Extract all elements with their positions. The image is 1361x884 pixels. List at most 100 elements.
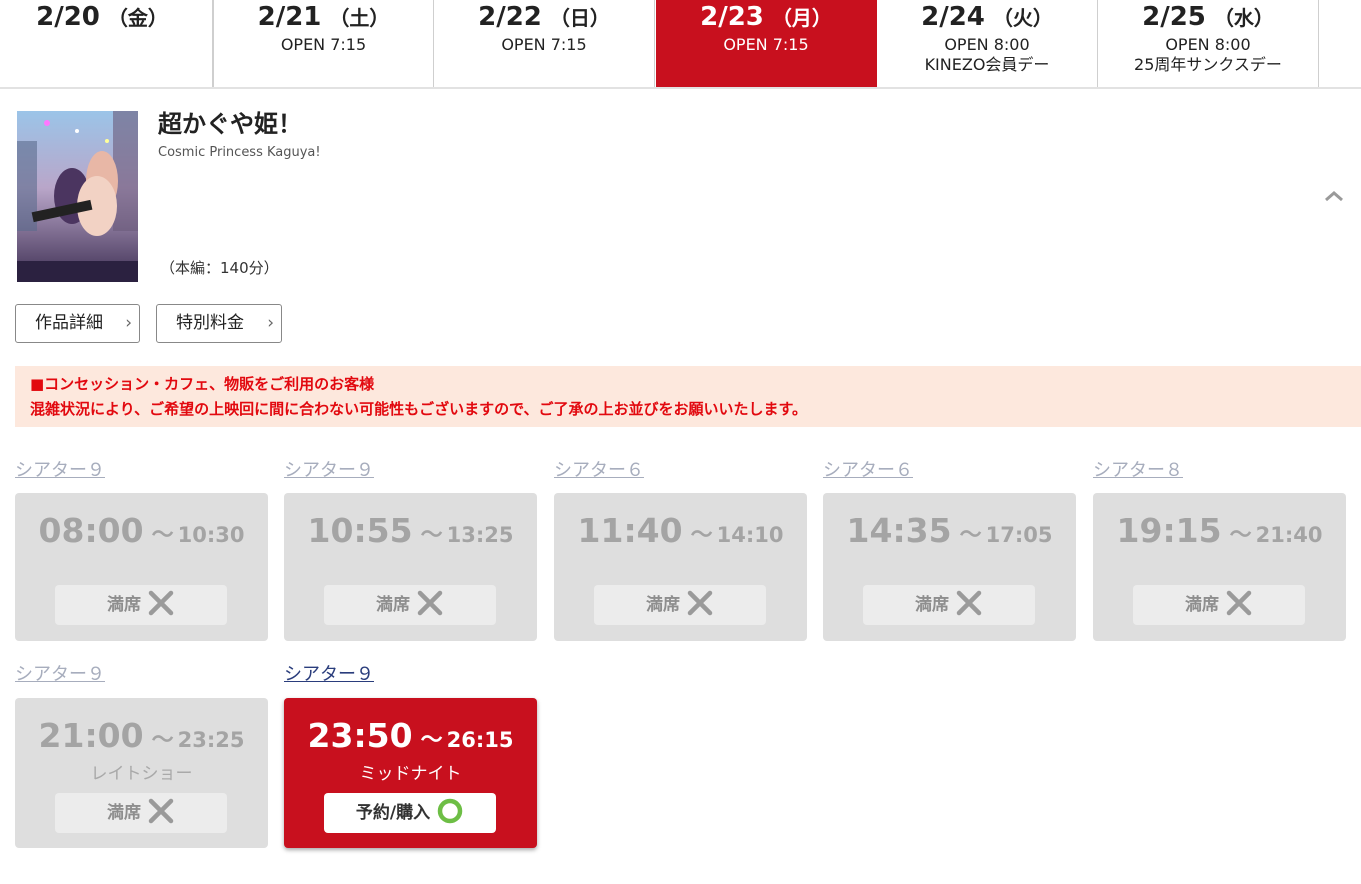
time-separator: ～ (420, 728, 443, 753)
reserve-purchase-button[interactable]: 予約/購入 (324, 793, 496, 833)
date-tab-day: 2/21 (257, 2, 322, 32)
status-label: 満席 (646, 595, 680, 615)
date-tab-open-time: OPEN 7:15 (723, 35, 809, 54)
special-price-label: 特別料金 (176, 313, 244, 333)
date-tab-weekday: （水） (1213, 6, 1274, 30)
notice-heading: ■コンセッション・カフェ、物販をご利用のお客様 (30, 375, 375, 393)
movie-poster[interactable] (17, 111, 138, 282)
end-time: 26:15 (446, 728, 514, 752)
date-tab-day: 2/24 (921, 2, 985, 32)
time-separator: ～ (690, 523, 713, 548)
end-time: 17:05 (985, 523, 1053, 547)
showtime-times: 14:35 ～ 17:05 (823, 511, 1076, 550)
sold-out-status: 満席 (324, 585, 496, 625)
theater-link[interactable]: シアター９ (284, 460, 374, 482)
sold-out-status: 満席 (55, 793, 227, 833)
time-separator: ～ (420, 523, 443, 548)
date-tab-day: 2/25 (1142, 2, 1206, 32)
chevron-up-icon[interactable] (1322, 186, 1346, 206)
showtime-times: 21:00 ～ 23:25 (15, 716, 268, 755)
showtime-times: 23:50 ～ 26:15 (284, 716, 537, 755)
theater-link[interactable]: シアター９ (15, 460, 105, 482)
date-tab-2-23[interactable]: 2/23 （月） OPEN 7:15 (656, 0, 877, 87)
date-tab-open-time: OPEN 7:15 (280, 35, 367, 54)
date-tab-event: KINEZO会員デー (924, 55, 1050, 74)
date-tab-open-time: OPEN 8:00 (944, 35, 1030, 54)
date-tab-open-time: OPEN 8:00 (1165, 35, 1251, 54)
date-tab-day: 2/20 (36, 2, 100, 32)
theater-link[interactable]: シアター９ (15, 664, 105, 686)
movie-details-label: 作品詳細 (35, 313, 103, 333)
start-time: 21:00 (38, 716, 144, 755)
movie-subtitle: Cosmic Princess Kaguya! (158, 145, 321, 160)
notice-body: 混雑状況により、ご希望の上映回に間に合わない可能性もございますので、ご了承の上お… (30, 400, 808, 418)
date-tab-2-22[interactable]: 2/22 （日） OPEN 7:15 (434, 0, 655, 87)
concession-notice: ■コンセッション・カフェ、物販をご利用のお客様 混雑状況により、ご希望の上映回に… (15, 366, 1361, 427)
theater-link[interactable]: シアター９ (284, 664, 374, 686)
date-tab-open-time: OPEN 7:15 (501, 35, 587, 54)
movie-runtime: （本編：140分） (160, 259, 279, 277)
showtime-times: 10:55 ～ 13:25 (284, 511, 537, 550)
sold-out-status: 満席 (1133, 585, 1305, 625)
showtime-card-available[interactable]: 23:50 ～ 26:15 ミッドナイト 予約/購入 (284, 698, 537, 848)
date-tab-weekday: （月） (771, 6, 832, 30)
showtime-card: 10:55 ～ 13:25 満席 (284, 493, 537, 641)
x-mark-icon (148, 798, 174, 824)
date-tab-weekday: （土） (329, 6, 390, 30)
date-tab-date: 2/21 （土） (214, 2, 433, 35)
time-separator: ～ (1229, 523, 1252, 548)
showtime-card: 21:00 ～ 23:25 レイトショー 満席 (15, 698, 268, 848)
sold-out-status: 満席 (863, 585, 1035, 625)
date-tab-weekday: （日） (549, 6, 610, 30)
start-time: 19:15 (1116, 511, 1222, 550)
x-mark-icon (687, 590, 713, 616)
date-tab-2-21[interactable]: 2/21 （土） OPEN 7:15 (213, 0, 434, 87)
theater-link[interactable]: シアター６ (554, 460, 644, 482)
status-label: 満席 (915, 595, 949, 615)
date-tab-event: 25周年サンクスデー (1134, 55, 1282, 74)
sold-out-status: 満席 (55, 585, 227, 625)
showtime-card: 14:35 ～ 17:05 満席 (823, 493, 1076, 641)
status-label: 満席 (107, 803, 141, 823)
showtime-times: 19:15 ～ 21:40 (1093, 511, 1346, 550)
start-time: 23:50 (307, 716, 413, 755)
end-time: 23:25 (177, 728, 245, 752)
theater-link[interactable]: シアター６ (823, 460, 913, 482)
date-tab-date: 2/24 （火） (877, 2, 1097, 35)
date-tab-day: 2/23 (700, 2, 764, 32)
time-separator: ～ (151, 728, 174, 753)
date-tab-2-24[interactable]: 2/24 （火） OPEN 8:00 KINEZO会員デー (877, 0, 1098, 87)
theater-link[interactable]: シアター８ (1093, 460, 1183, 482)
date-tab-date: 2/22 （日） (434, 2, 654, 35)
date-tab-weekday: （火） (992, 6, 1053, 30)
date-tab-date: 2/23 （月） (656, 2, 876, 35)
status-label: 満席 (376, 595, 410, 615)
start-time: 11:40 (577, 511, 683, 550)
date-tab-2-20[interactable]: 2/20 （金） (0, 0, 213, 87)
showtime-times: 08:00 ～ 10:30 (15, 511, 268, 550)
x-mark-icon (956, 590, 982, 616)
date-tab-bar: 2/20 （金） 2/21 （土） OPEN 7:15 2/22 （日） OPEN 7… (0, 0, 1361, 89)
status-label: 満席 (1185, 595, 1219, 615)
showtime-card: 11:40 ～ 14:10 満席 (554, 493, 807, 641)
time-separator: ～ (959, 523, 982, 548)
x-mark-icon (148, 590, 174, 616)
circle-icon (437, 798, 463, 824)
chevron-right-icon: › (125, 313, 132, 333)
time-separator: ～ (151, 523, 174, 548)
movie-poster-image (17, 111, 138, 282)
start-time: 08:00 (38, 511, 144, 550)
sold-out-status: 満席 (594, 585, 766, 625)
special-price-button[interactable]: 特別料金 › (156, 304, 282, 343)
date-tab-weekday: （金） (107, 6, 168, 30)
end-time: 14:10 (716, 523, 784, 547)
showtime-card: 08:00 ～ 10:30 満席 (15, 493, 268, 641)
start-time: 14:35 (846, 511, 952, 550)
date-tab-date: 2/25 （水） (1098, 2, 1318, 35)
movie-details-button[interactable]: 作品詳細 › (15, 304, 140, 343)
date-tab-2-25[interactable]: 2/25 （水） OPEN 8:00 25周年サンクスデー (1098, 0, 1319, 87)
reserve-purchase-label: 予約/購入 (355, 803, 431, 823)
end-time: 10:30 (177, 523, 245, 547)
midnight-tag: ミッドナイト (359, 764, 462, 784)
end-time: 21:40 (1255, 523, 1323, 547)
